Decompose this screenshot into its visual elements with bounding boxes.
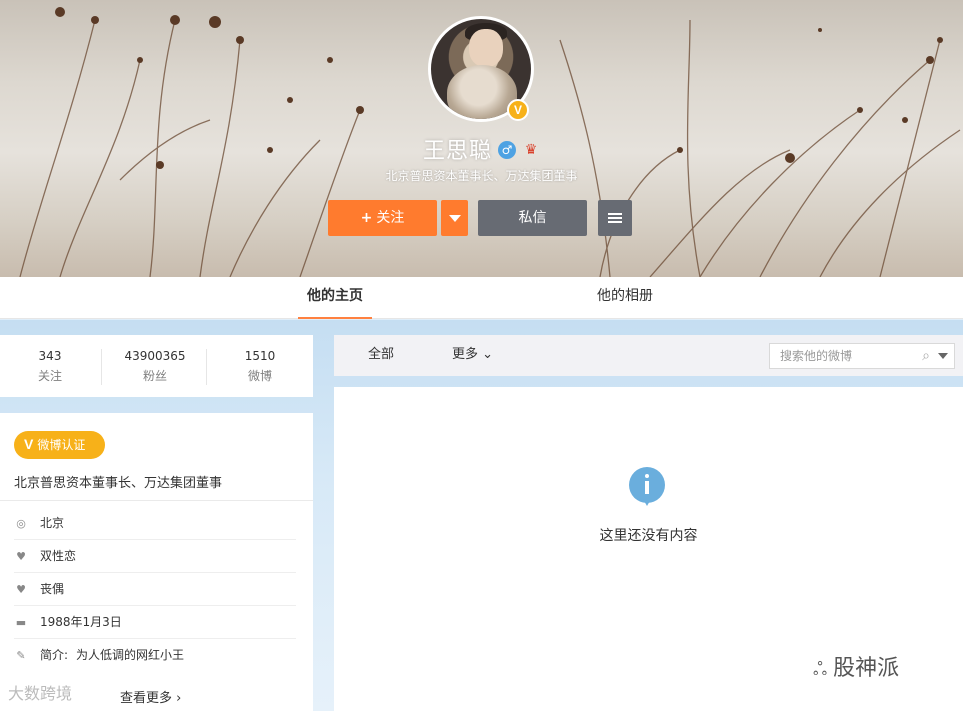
crown-icon[interactable]: ♛ — [522, 142, 540, 158]
stat-following-count: 343 — [38, 349, 62, 363]
info-row-intro: ✎ 简介: 为人低调的网红小王 — [14, 639, 296, 672]
follow-label: 关注 — [376, 210, 405, 226]
search-input[interactable]: 搜索他的微博 ⌕ — [769, 343, 955, 369]
search-placeholder: 搜索他的微博 — [780, 349, 853, 363]
birthday-cake-icon: ▬ — [15, 616, 27, 629]
intro-text: 为人低调的网红小王 — [76, 648, 185, 662]
info-row-relationship: ♥ 丧偶 — [14, 573, 296, 606]
intro-icon: ✎ — [16, 649, 26, 662]
plus-icon: + — [360, 210, 373, 226]
verified-badge-icon: V — [507, 99, 529, 121]
verified-title: 北京普思资本董事长、万达集团董事 — [14, 476, 223, 491]
location-text: 北京 — [40, 516, 65, 530]
info-icon — [629, 467, 665, 506]
empty-state-text: 这里还没有内容 — [599, 528, 698, 544]
verified-v-icon: V — [24, 436, 34, 452]
tab-home[interactable]: 他的主页 — [298, 277, 372, 319]
view-more-link[interactable]: 查看更多 › — [120, 687, 181, 706]
stat-following-label: 关注 — [37, 369, 62, 383]
stats-card: 343 关注 43900365 粉丝 1510 微博 — [0, 335, 313, 397]
caret-down-icon — [448, 214, 461, 222]
filter-all[interactable]: 全部 — [368, 335, 394, 375]
stat-posts-label: 微博 — [247, 369, 272, 383]
watermark-left: 大数跨境 — [8, 684, 73, 703]
hamburger-icon — [608, 211, 622, 225]
stat-divider — [101, 349, 102, 385]
profile-subtitle: 北京普思资本董事长、万达集团董事 — [385, 169, 578, 183]
relationship-icon: ♥ — [16, 583, 26, 596]
stat-posts-count: 1510 — [244, 349, 276, 363]
relationship-text: 丧偶 — [40, 582, 65, 596]
stat-followers-count: 43900365 — [124, 349, 186, 363]
stat-followers-label: 粉丝 — [142, 369, 167, 383]
tab-album[interactable]: 他的相册 — [590, 277, 660, 319]
follow-dropdown-button[interactable] — [441, 200, 468, 236]
info-row-birthday: ▬ 1988年1月3日 — [14, 606, 296, 639]
follow-button[interactable]: + 关注 — [328, 200, 437, 236]
weibo-verified-tag[interactable]: V 微博认证 — [14, 431, 105, 459]
profile-name: 王思聪 — [422, 139, 492, 164]
intro-label: 简介: — [40, 648, 69, 662]
stat-followers[interactable]: 43900365 粉丝 — [105, 349, 205, 384]
chevron-right-icon: › — [176, 691, 182, 706]
watermark-right-text: 股神派 — [833, 656, 900, 681]
filter-more-label: 更多 — [452, 347, 479, 362]
watermark-right: ஃ 股神派 — [813, 650, 899, 682]
avatar-face — [469, 29, 503, 67]
location-icon: ◎ — [16, 517, 26, 530]
divider — [0, 500, 313, 501]
profile-banner: V 王思聪 ♂ ♛ 北京普思资本董事长、万达集团董事 + 关注 私信 — [0, 0, 963, 277]
feed-filter-bar: 全部 更多 ⌄ 搜索他的微博 ⌕ — [334, 335, 963, 376]
wechat-icon: ஃ — [813, 659, 828, 680]
male-gender-icon: ♂ — [498, 141, 516, 159]
view-more-label: 查看更多 — [120, 691, 173, 706]
search-icon[interactable]: ⌕ — [922, 344, 930, 368]
birthday-text: 1988年1月3日 — [40, 615, 122, 629]
profile-name-row: 王思聪 ♂ ♛ — [0, 133, 963, 165]
chevron-down-icon: ⌄ — [482, 347, 494, 362]
message-button[interactable]: 私信 — [478, 200, 587, 236]
profile-tab-bar: 他的主页 他的相册 — [0, 277, 963, 319]
info-row-location: ◎ 北京 — [14, 507, 296, 540]
profile-info-card: V 微博认证 北京普思资本董事长、万达集团董事 ◎ 北京 ♥ 双性恋 ♥ 丧偶 ▬ 198… — [0, 413, 313, 711]
info-row-orientation: ♥ 双性恋 — [14, 540, 296, 573]
orientation-text: 双性恋 — [40, 549, 77, 563]
more-menu-button[interactable] — [598, 200, 632, 236]
verified-tag-label: 微博认证 — [37, 438, 86, 452]
stat-following[interactable]: 343 关注 — [0, 349, 100, 384]
heart-icon: ♥ — [16, 550, 26, 563]
search-dropdown-icon[interactable] — [938, 353, 948, 359]
stat-posts[interactable]: 1510 微博 — [210, 349, 310, 384]
stat-divider — [206, 349, 207, 385]
filter-more-dropdown[interactable]: 更多 ⌄ — [452, 335, 493, 375]
